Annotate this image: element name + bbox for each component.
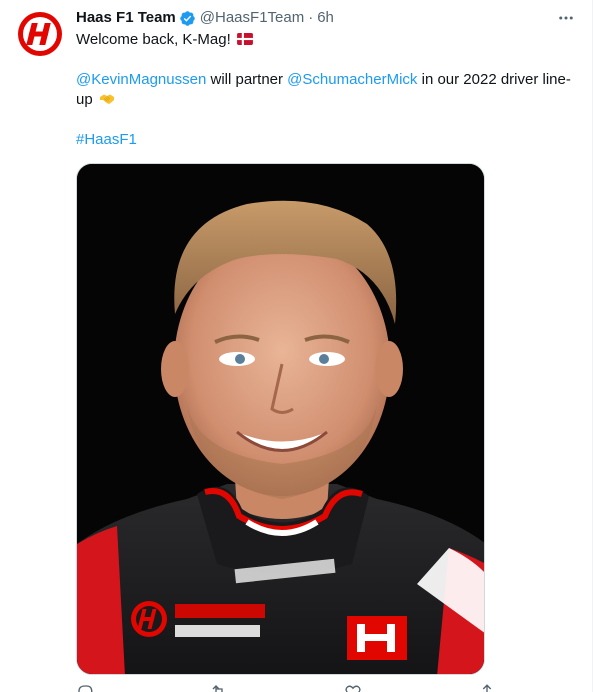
share-icon — [482, 684, 492, 692]
tweet[interactable]: Haas F1 Team @HaasF1Team · 6h Welcome ba… — [0, 0, 593, 692]
like-icon — [345, 685, 361, 692]
separator: · — [308, 9, 314, 26]
reply-icon — [78, 685, 93, 692]
verified-badge-icon — [180, 10, 195, 26]
action-bar — [76, 682, 496, 692]
hashtag-haasf1[interactable]: #HaasF1 — [76, 131, 137, 148]
handshake-icon — [99, 94, 114, 104]
mention-schumacher-mick[interactable]: @SchumacherMick — [287, 71, 417, 88]
haas-logo-icon — [18, 12, 62, 56]
author-display-name[interactable]: Haas F1 Team — [76, 8, 176, 28]
tweet-text: Welcome back, K-Mag! @KevinMagnussen wil… — [76, 30, 581, 150]
tweet-text-end: in our 2022 driver line- — [417, 71, 571, 88]
timestamp[interactable]: 6h — [317, 8, 334, 28]
mention-kevin-magnussen[interactable]: @KevinMagnussen — [76, 71, 206, 88]
tweet-photo[interactable] — [76, 163, 485, 675]
share-button[interactable] — [478, 682, 496, 692]
more-options-button[interactable] — [554, 6, 578, 30]
tweet-text-line3: up — [76, 91, 93, 108]
like-button[interactable] — [344, 682, 362, 692]
avatar[interactable] — [16, 10, 64, 58]
retweet-icon — [212, 685, 223, 692]
reply-button[interactable] — [76, 682, 94, 692]
tweet-text-line1: Welcome back, K-Mag! — [76, 31, 231, 48]
tweet-text-middle: will partner — [206, 71, 288, 88]
driver-portrait-image — [77, 164, 484, 674]
retweet-button[interactable] — [210, 682, 228, 692]
more-icon — [559, 16, 573, 20]
author-handle[interactable]: @HaasF1Team — [200, 8, 304, 28]
denmark-flag-icon — [237, 33, 253, 45]
